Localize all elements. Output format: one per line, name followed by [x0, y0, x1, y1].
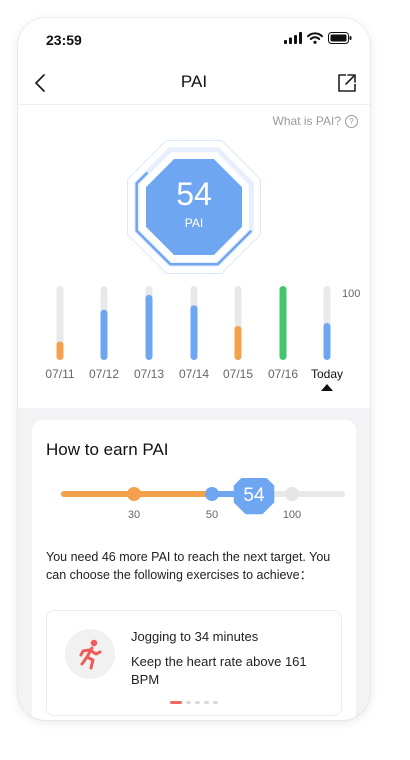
day-bar	[323, 323, 331, 360]
running-person-icon	[65, 629, 115, 679]
day-label[interactable]: Today	[311, 367, 343, 381]
share-icon[interactable]	[334, 70, 360, 96]
pager-dots	[47, 701, 341, 704]
pager-dot[interactable]	[195, 701, 200, 704]
what-is-pai-label: What is PAI?	[272, 114, 341, 128]
day-bar	[190, 305, 198, 360]
top-panel: 23:59 PAI What is PAI? ? 54 PAI 07/11 07…	[18, 18, 370, 408]
pager-dot[interactable]	[204, 701, 209, 704]
day-bar	[234, 325, 242, 360]
question-circle-icon: ?	[345, 114, 358, 128]
weekly-pai-chart: 07/11 07/12 07/13 07/14 07/15 07/16 Today 100	[45, 286, 360, 391]
status-time: 23:59	[46, 32, 82, 48]
milestone-marker	[205, 487, 219, 501]
battery-icon	[328, 32, 352, 44]
milestone-label: 50	[206, 509, 218, 521]
what-is-pai-link[interactable]: What is PAI? ?	[273, 114, 358, 128]
status-icons	[284, 32, 352, 44]
exercise-duration-text: Jogging to 34 minutes	[131, 629, 259, 644]
milestone-marker	[127, 487, 141, 501]
day-label[interactable]: 07/11	[45, 367, 74, 381]
day-bar	[56, 341, 64, 360]
signal-icon	[284, 32, 302, 44]
day-label[interactable]: 07/13	[134, 367, 164, 381]
milestone-label: 100	[283, 509, 301, 521]
current-pai-value: 54	[243, 485, 265, 506]
pai-score: 54	[176, 176, 212, 212]
day-label[interactable]: 07/15	[223, 367, 253, 381]
earn-pai-title: How to earn PAI	[46, 440, 169, 459]
milestone-label: 30	[128, 509, 140, 521]
earn-pai-card: How to earn PAI 30 50 100 54 You need 46 mo…	[32, 420, 356, 720]
pager-dot[interactable]	[170, 701, 182, 704]
day-label[interactable]: 07/12	[89, 367, 119, 381]
pai-gauge: 54 PAI	[122, 132, 266, 282]
chart-max-label: 100	[342, 288, 360, 300]
pai-label: PAI	[184, 216, 204, 230]
navigation-bar: PAI	[18, 62, 370, 105]
pager-dot[interactable]	[213, 701, 218, 704]
today-indicator-icon	[321, 384, 333, 391]
phone-frame: 23:59 PAI What is PAI? ? 54 PAI 07/11 07…	[18, 18, 370, 720]
exercise-heart-rate-text: Keep the heart rate above 161 BPM	[131, 654, 307, 687]
pai-progress-track: 30 50 100 54	[61, 478, 345, 521]
day-bar	[100, 309, 108, 360]
day-bar	[279, 286, 287, 360]
exercise-suggestion-card[interactable]: Jogging to 34 minutes Keep the heart rat…	[46, 610, 342, 716]
day-label[interactable]: 07/14	[179, 367, 209, 381]
wifi-icon	[307, 32, 323, 44]
status-bar: 23:59	[18, 18, 370, 62]
day-bar	[145, 294, 153, 360]
earn-description: You need 46 more PAI to reach the next t…	[46, 550, 331, 582]
page-title: PAI	[180, 72, 208, 91]
pager-dot[interactable]	[186, 701, 191, 704]
day-label[interactable]: 07/16	[268, 367, 298, 381]
milestone-marker	[285, 487, 299, 501]
